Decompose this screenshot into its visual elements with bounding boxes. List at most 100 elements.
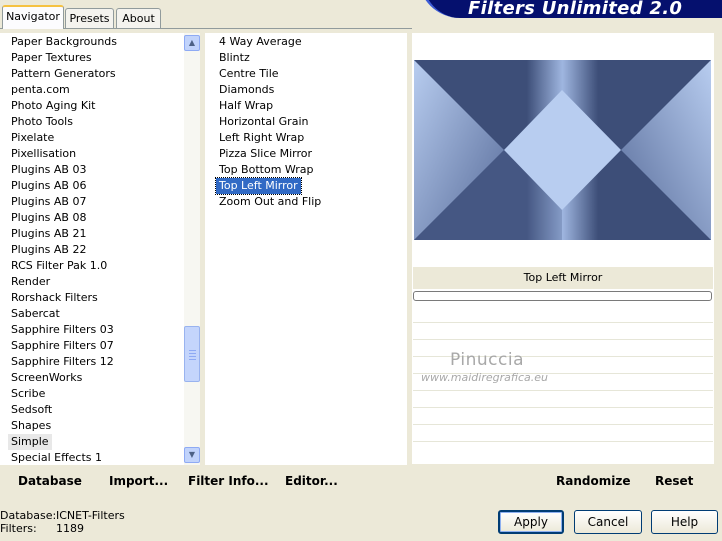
filter-item[interactable]: 4 Way Average bbox=[216, 34, 305, 50]
category-item[interactable]: Sedsoft bbox=[8, 402, 55, 418]
category-item-label: Photo Tools bbox=[11, 115, 73, 128]
watermark-name: Pinuccia bbox=[450, 350, 524, 370]
category-item[interactable]: Plugins AB 08 bbox=[8, 210, 89, 226]
randomize-button[interactable]: Randomize bbox=[556, 474, 630, 488]
category-item[interactable]: Sapphire Filters 12 bbox=[8, 354, 117, 370]
category-item-label: Pixellisation bbox=[11, 147, 77, 160]
parameter-slider[interactable] bbox=[413, 291, 712, 301]
category-item-label: Plugins AB 22 bbox=[11, 243, 87, 256]
category-item-label: Sapphire Filters 03 bbox=[11, 323, 114, 336]
category-item[interactable]: Sapphire Filters 07 bbox=[8, 338, 117, 354]
filter-item-label: Pizza Slice Mirror bbox=[219, 147, 313, 160]
category-item[interactable]: ScreenWorks bbox=[8, 370, 85, 386]
filters-count-value: 1189 bbox=[56, 522, 84, 535]
filter-item[interactable]: Left Right Wrap bbox=[216, 130, 307, 146]
watermark-url: www.maidiregrafica.eu bbox=[421, 371, 548, 384]
database-button[interactable]: Database bbox=[18, 474, 82, 488]
category-item[interactable]: Plugins AB 21 bbox=[8, 226, 89, 242]
filter-info-button[interactable]: Filter Info... bbox=[188, 474, 269, 488]
category-item-label: ScreenWorks bbox=[11, 371, 83, 384]
category-item[interactable]: Plugins AB 22 bbox=[8, 242, 89, 258]
filters-count-label: Filters: bbox=[0, 522, 37, 535]
tab-presets[interactable]: Presets bbox=[65, 8, 114, 28]
category-item[interactable]: Simple bbox=[8, 434, 52, 450]
category-item-label: Pixelate bbox=[11, 131, 55, 144]
filter-item[interactable]: Diamonds bbox=[216, 82, 277, 98]
filter-item-label: Zoom Out and Flip bbox=[219, 195, 322, 208]
filter-item-label: 4 Way Average bbox=[219, 35, 302, 48]
filter-item-label: Top Bottom Wrap bbox=[219, 163, 314, 176]
category-item-label: penta.com bbox=[11, 83, 70, 96]
category-item-label: Sapphire Filters 07 bbox=[11, 339, 114, 352]
category-item[interactable]: RCS Filter Pak 1.0 bbox=[8, 258, 110, 274]
database-label: Database: bbox=[0, 509, 57, 522]
category-item[interactable]: Sapphire Filters 03 bbox=[8, 322, 117, 338]
tab-navigator[interactable]: Navigator bbox=[2, 5, 64, 29]
filter-item[interactable]: Horizontal Grain bbox=[216, 114, 311, 130]
filter-item[interactable]: Top Bottom Wrap bbox=[216, 162, 317, 178]
category-item[interactable]: penta.com bbox=[8, 82, 73, 98]
cancel-button[interactable]: Cancel bbox=[574, 510, 642, 534]
filter-item-label: Horizontal Grain bbox=[219, 115, 309, 128]
category-item-label: Render bbox=[11, 275, 51, 288]
category-item[interactable]: Rorshack Filters bbox=[8, 290, 101, 306]
filter-item[interactable]: Half Wrap bbox=[216, 98, 276, 114]
filter-item[interactable]: Blintz bbox=[216, 50, 253, 66]
category-item-label: Plugins AB 07 bbox=[11, 195, 87, 208]
preview-image bbox=[414, 60, 711, 240]
scroll-up-button[interactable]: ▲ bbox=[184, 35, 200, 51]
filter-item-label: Diamonds bbox=[219, 83, 275, 96]
scroll-down-button[interactable]: ▼ bbox=[184, 447, 200, 463]
category-item-label: Paper Backgrounds bbox=[11, 35, 118, 48]
reset-button[interactable]: Reset bbox=[655, 474, 693, 488]
category-item[interactable]: Plugins AB 07 bbox=[8, 194, 89, 210]
category-item[interactable]: Sabercat bbox=[8, 306, 63, 322]
category-item-label: Paper Textures bbox=[11, 51, 92, 64]
category-list[interactable]: Paper Backgrounds Paper Textures Pattern G… bbox=[0, 33, 200, 465]
category-item-label: Simple bbox=[8, 434, 52, 450]
category-item[interactable]: Paper Textures bbox=[8, 50, 95, 66]
category-item-label: Plugins AB 03 bbox=[11, 163, 87, 176]
category-item-label: Sapphire Filters 12 bbox=[11, 355, 114, 368]
category-item[interactable]: Pixellisation bbox=[8, 146, 79, 162]
filter-item-label: Left Right Wrap bbox=[219, 131, 305, 144]
category-item[interactable]: Plugins AB 06 bbox=[8, 178, 89, 194]
category-item[interactable]: Photo Tools bbox=[8, 114, 76, 130]
param-row bbox=[413, 322, 713, 339]
category-item-label: Photo Aging Kit bbox=[11, 99, 96, 112]
category-item[interactable]: Pattern Generators bbox=[8, 66, 119, 82]
filter-item[interactable]: Top Left Mirror bbox=[215, 177, 302, 195]
category-item[interactable]: Pixelate bbox=[8, 130, 57, 146]
category-item-label: Rorshack Filters bbox=[11, 291, 98, 304]
app-title: Filters Unlimited 2.0 bbox=[468, 0, 683, 19]
param-row bbox=[413, 424, 713, 441]
category-item[interactable]: Paper Backgrounds bbox=[8, 34, 120, 50]
filter-item-label: Centre Tile bbox=[219, 67, 279, 80]
filter-item-label: Half Wrap bbox=[219, 99, 274, 112]
filter-item[interactable]: Pizza Slice Mirror bbox=[216, 146, 315, 162]
category-item-label: Scribe bbox=[11, 387, 46, 400]
category-item-label: Special Effects 1 bbox=[11, 451, 103, 464]
filter-item[interactable]: Centre Tile bbox=[216, 66, 282, 82]
category-item[interactable]: Shapes bbox=[8, 418, 54, 434]
filter-item[interactable]: Zoom Out and Flip bbox=[216, 194, 324, 210]
category-item[interactable]: Render bbox=[8, 274, 53, 290]
category-item[interactable]: Plugins AB 03 bbox=[8, 162, 89, 178]
import-button[interactable]: Import... bbox=[109, 474, 168, 488]
category-item[interactable]: Special Effects 1 bbox=[8, 450, 105, 466]
help-button[interactable]: Help bbox=[651, 510, 718, 534]
title-banner: Filters Unlimited 2.0 bbox=[418, 0, 722, 19]
filter-list[interactable]: 4 Way Average Blintz Centre Tile Diamonds Ha… bbox=[205, 33, 407, 465]
filter-name-label: Top Left Mirror bbox=[413, 267, 713, 289]
category-item-label: Sabercat bbox=[11, 307, 60, 320]
tab-about[interactable]: About bbox=[116, 8, 161, 28]
category-item[interactable]: Photo Aging Kit bbox=[8, 98, 98, 114]
category-scrollbar[interactable]: ▲ ▼ bbox=[184, 33, 200, 465]
editor-button[interactable]: Editor... bbox=[285, 474, 338, 488]
category-item-label: Pattern Generators bbox=[11, 67, 116, 80]
apply-button[interactable]: Apply bbox=[498, 510, 564, 534]
filter-item-label: Blintz bbox=[219, 51, 250, 64]
scroll-thumb[interactable] bbox=[184, 326, 200, 382]
filter-item-label: Top Left Mirror bbox=[215, 177, 302, 195]
category-item[interactable]: Scribe bbox=[8, 386, 48, 402]
